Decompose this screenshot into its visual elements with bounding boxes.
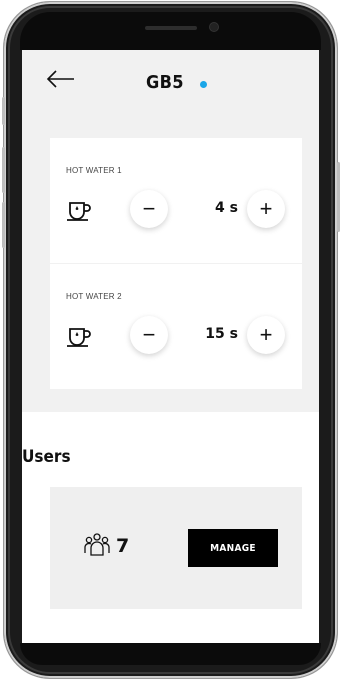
volume-down-button [2,202,5,248]
hot-water-label: HOT WATER 2 [66,292,122,301]
front-camera [210,23,218,31]
app-screen: GB5 HOT WATER 1 − 4 s + HOT WATER 2 − 15… [22,50,319,643]
decrease-button[interactable]: − [130,190,168,228]
people-icon [84,533,110,556]
increase-button[interactable]: + [247,316,285,354]
manage-button[interactable]: MANAGE [188,529,278,567]
volume-up-button [2,147,5,193]
bottom-bezel [20,643,321,665]
hot-water-value: 4 s [215,200,238,216]
cup-icon [67,202,91,221]
status-area [20,12,321,50]
header: GB5 [22,50,319,135]
cup-icon [67,328,91,347]
increase-button[interactable]: + [247,190,285,228]
status-dot [200,81,207,88]
device-title: GB5 [146,72,184,93]
arrow-left-icon[interactable] [46,68,76,90]
power-button [337,162,340,232]
hot-water-card: HOT WATER 1 − 4 s + [50,138,302,263]
decrease-button[interactable]: − [130,316,168,354]
hot-water-label: HOT WATER 1 [66,166,122,175]
speaker-grille [145,26,197,30]
mute-switch [2,97,5,125]
hot-water-value: 15 s [205,326,238,342]
users-count: 7 [116,535,130,557]
users-card: 7 MANAGE [50,487,302,609]
users-heading: Users [22,447,71,467]
hot-water-card: HOT WATER 2 − 15 s + [50,264,302,389]
